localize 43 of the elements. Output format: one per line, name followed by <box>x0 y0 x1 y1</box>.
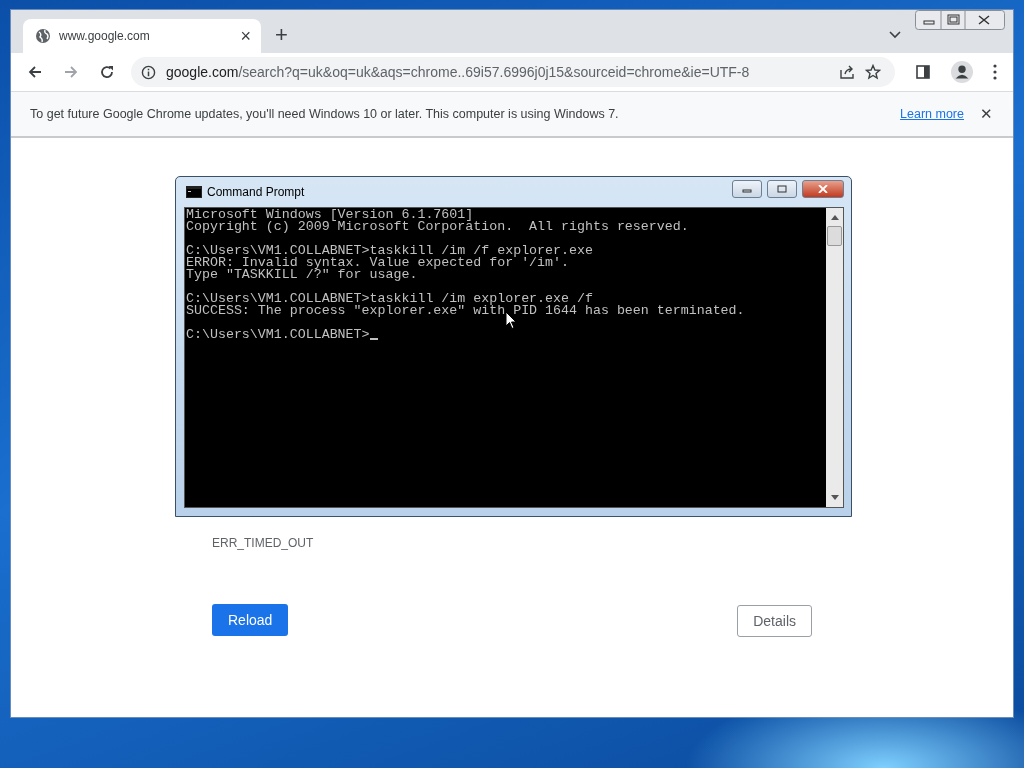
console-prompt: C:\Users\VM1.COLLABNET> <box>186 329 370 341</box>
learn-more-link[interactable]: Learn more <box>900 107 964 121</box>
console-icon <box>186 186 202 198</box>
globe-icon <box>35 28 51 44</box>
menu-icon[interactable] <box>993 64 997 80</box>
details-button[interactable]: Details <box>737 605 812 637</box>
update-message: To get future Google Chrome updates, you'll need Windows 10 or later. This computer is using Windows 7. <box>30 107 619 121</box>
reload-icon[interactable] <box>99 64 115 80</box>
console-line: ERROR: Invalid syntax. Value expected for '/im'. <box>186 257 569 269</box>
window-caption-buttons[interactable] <box>915 10 1005 30</box>
scroll-up-arrow-icon[interactable] <box>830 214 839 220</box>
scrollbar[interactable] <box>826 208 843 507</box>
scroll-down-arrow-icon[interactable] <box>830 495 839 501</box>
console-line: C:\Users\VM1.COLLABNET>taskkill /im /f explorer.exe <box>186 245 594 257</box>
text-cursor <box>369 338 378 340</box>
info-icon <box>141 64 156 80</box>
close-icon <box>818 185 828 193</box>
infobar-close-button[interactable]: ✕ <box>980 105 993 123</box>
tab-title: www.google.com <box>59 29 151 43</box>
star-icon[interactable] <box>865 64 881 80</box>
console-line: C:\Users\VM1.COLLABNET>taskkill /im explorer.exe /f <box>186 293 593 305</box>
browser-tab[interactable]: www.google.com × <box>23 19 261 53</box>
maximize-icon <box>777 185 787 193</box>
console-line: Copyright (c) 2009 Microsoft Corporation. All rights reserved. <box>186 221 690 233</box>
error-code: ERR_TIMED_OUT <box>212 536 314 550</box>
console-line: SUCCESS: The process "explorer.exe" with PID 1644 has been terminated. <box>186 305 746 317</box>
console-line: Microsoft Windows [Version 6.1.7601] <box>186 209 474 221</box>
maximize-button[interactable] <box>767 180 797 198</box>
new-tab-button[interactable]: + <box>275 23 288 46</box>
chevron-down-icon[interactable] <box>889 30 901 39</box>
profile-icon[interactable] <box>951 61 973 83</box>
console-line: Type "TASKKILL /?" for usage. <box>186 269 418 281</box>
scrollbar-thumb[interactable] <box>827 226 842 246</box>
minimize-button[interactable] <box>732 180 762 198</box>
reload-button[interactable]: Reload <box>212 604 289 636</box>
tab-close-button[interactable]: × <box>240 27 251 45</box>
window-title: Command Prompt <box>207 185 305 199</box>
url-text: google.com/search?q=uk&oq=uk&aqs=chrome..69i57.6996j0j15&sourceid=chrome&ie=UTF-8 <box>166 64 750 80</box>
share-icon[interactable] <box>839 64 855 80</box>
address-bar[interactable]: google.com/search?q=uk&oq=uk&aqs=chrome..69i57.6996j0j15&sourceid=chrome&ie=UTF-8 <box>131 57 895 87</box>
side-panel-icon[interactable] <box>915 64 931 80</box>
close-button[interactable] <box>802 180 844 198</box>
back-arrow-icon[interactable] <box>27 64 43 80</box>
